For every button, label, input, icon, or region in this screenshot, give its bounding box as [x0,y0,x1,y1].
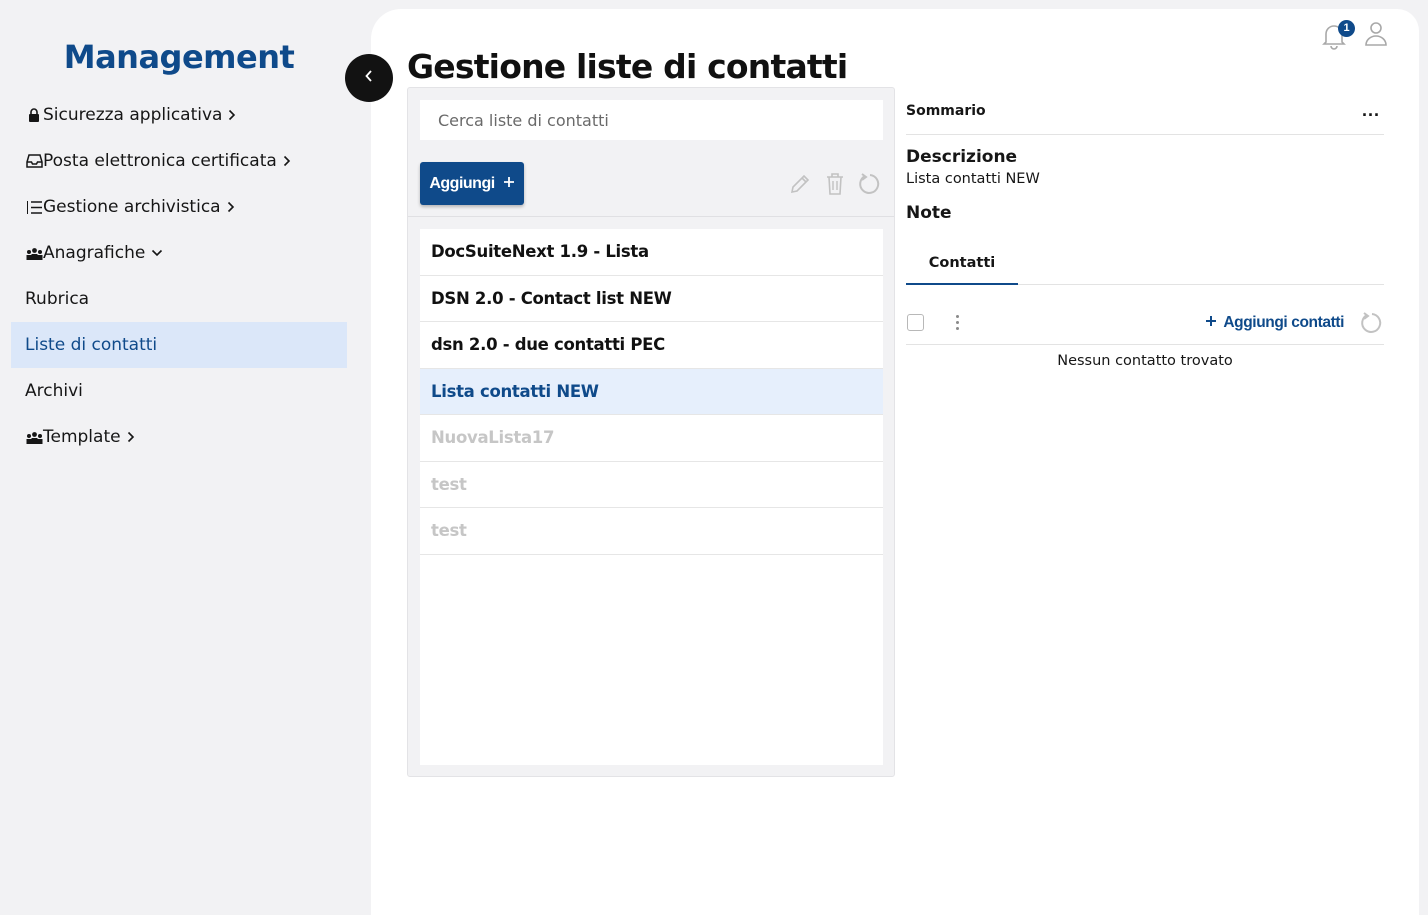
description-value: Lista contatti NEW [906,171,1040,187]
sidebar-item-rubrica[interactable]: Rubrica [11,276,347,322]
sidebar-item-anagrafiche[interactable]: Anagrafiche [11,230,347,276]
bell-icon [1321,24,1347,54]
edit-icon[interactable] [788,172,812,201]
plus-icon [503,175,515,193]
notifications-button[interactable]: 1 [1321,19,1355,50]
user-button[interactable] [1363,19,1389,52]
sidebar-item-label: Anagrafiche [43,243,146,263]
chevron-right-icon [283,155,291,167]
lock-icon [25,106,43,124]
trash-icon[interactable] [824,172,846,201]
contact-lists-list: DocSuiteNext 1.9 - Lista DSN 2.0 - Conta… [420,229,883,765]
more-options-button[interactable]: ... [1362,100,1384,121]
user-icon [1363,22,1389,51]
main-panel: 1 Gestione liste di contatti Cerca liste… [371,9,1419,915]
header-icons: 1 [1321,19,1389,52]
sidebar-item-gestione-archivistica[interactable]: Gestione archivistica [11,184,347,230]
select-all-checkbox[interactable] [907,314,924,331]
empty-state-message: Nessun contatto trovato [1057,353,1233,369]
add-button[interactable]: Aggiungi [420,162,524,205]
page-title: Gestione liste di contatti [407,47,848,86]
add-contacts-label: Aggiungi contatti [1223,314,1344,331]
list-item[interactable]: NuovaLista17 [420,415,883,462]
add-contacts-button[interactable]: Aggiungi contatti [1205,301,1344,345]
detail-panel: Sommario ... Descrizione Lista contatti … [906,87,1384,369]
refresh-icon[interactable] [1360,311,1384,340]
summary-title: Sommario [906,102,986,119]
sidebar-item-liste-di-contatti[interactable]: Liste di contatti [11,322,347,368]
sidebar-item-label: Posta elettronica certificata [43,151,277,171]
list-toolbar [788,172,882,201]
chevron-left-icon [364,69,374,88]
list-item[interactable]: DSN 2.0 - Contact list NEW [420,276,883,322]
detail-tabs: Contatti [906,243,1384,285]
add-button-label: Aggiungi [429,174,495,192]
search-input[interactable]: Cerca liste di contatti [420,100,883,140]
list-item[interactable]: test [420,508,883,555]
sidebar-item-template[interactable]: Template [11,414,347,460]
list-item[interactable]: DocSuiteNext 1.9 - Lista [420,229,883,276]
people-icon [25,428,43,446]
kebab-menu-icon[interactable] [956,315,959,330]
sidebar-item-archivi[interactable]: Archivi [11,368,347,414]
notification-badge: 1 [1338,19,1355,37]
collapse-sidebar-button[interactable] [345,54,393,102]
list-item[interactable]: test [420,462,883,508]
contact-lists-panel: Cerca liste di contatti Aggiungi DocSuit… [407,87,895,777]
sidebar-item-sicurezza[interactable]: Sicurezza applicativa [11,92,347,138]
list-item[interactable]: dsn 2.0 - due contatti PEC [420,322,883,369]
sidebar-item-label: Sicurezza applicativa [43,105,223,125]
list-icon [25,198,43,216]
divider [408,216,894,217]
plus-icon [1205,314,1217,332]
contacts-toolbar: Aggiungi contatti [906,301,1384,345]
note-label: Note [906,203,952,223]
sidebar-item-label: Rubrica [25,289,90,309]
people-icon [25,244,43,262]
sidebar-item-label: Template [43,427,121,447]
chevron-right-icon [127,431,135,443]
sidebar-item-label: Gestione archivistica [43,197,221,217]
sidebar-item-label: Archivi [25,381,83,401]
chevron-down-icon [151,249,163,257]
sidebar-item-label: Liste di contatti [25,335,158,355]
chevron-right-icon [228,109,236,121]
brand-title: Management [63,38,295,76]
sidebar: Management Sicurezza applicativa Posta e… [0,0,358,915]
chevron-right-icon [227,201,235,213]
inbox-icon [25,152,43,170]
tab-contatti[interactable]: Contatti [906,243,1018,285]
summary-header: Sommario ... [906,87,1384,135]
sidebar-item-pec[interactable]: Posta elettronica certificata [11,138,347,184]
refresh-icon[interactable] [858,172,882,201]
sidebar-nav: Sicurezza applicativa Posta elettronica … [11,92,347,460]
description-label: Descrizione [906,147,1018,167]
list-item-selected[interactable]: Lista contatti NEW [420,368,883,415]
